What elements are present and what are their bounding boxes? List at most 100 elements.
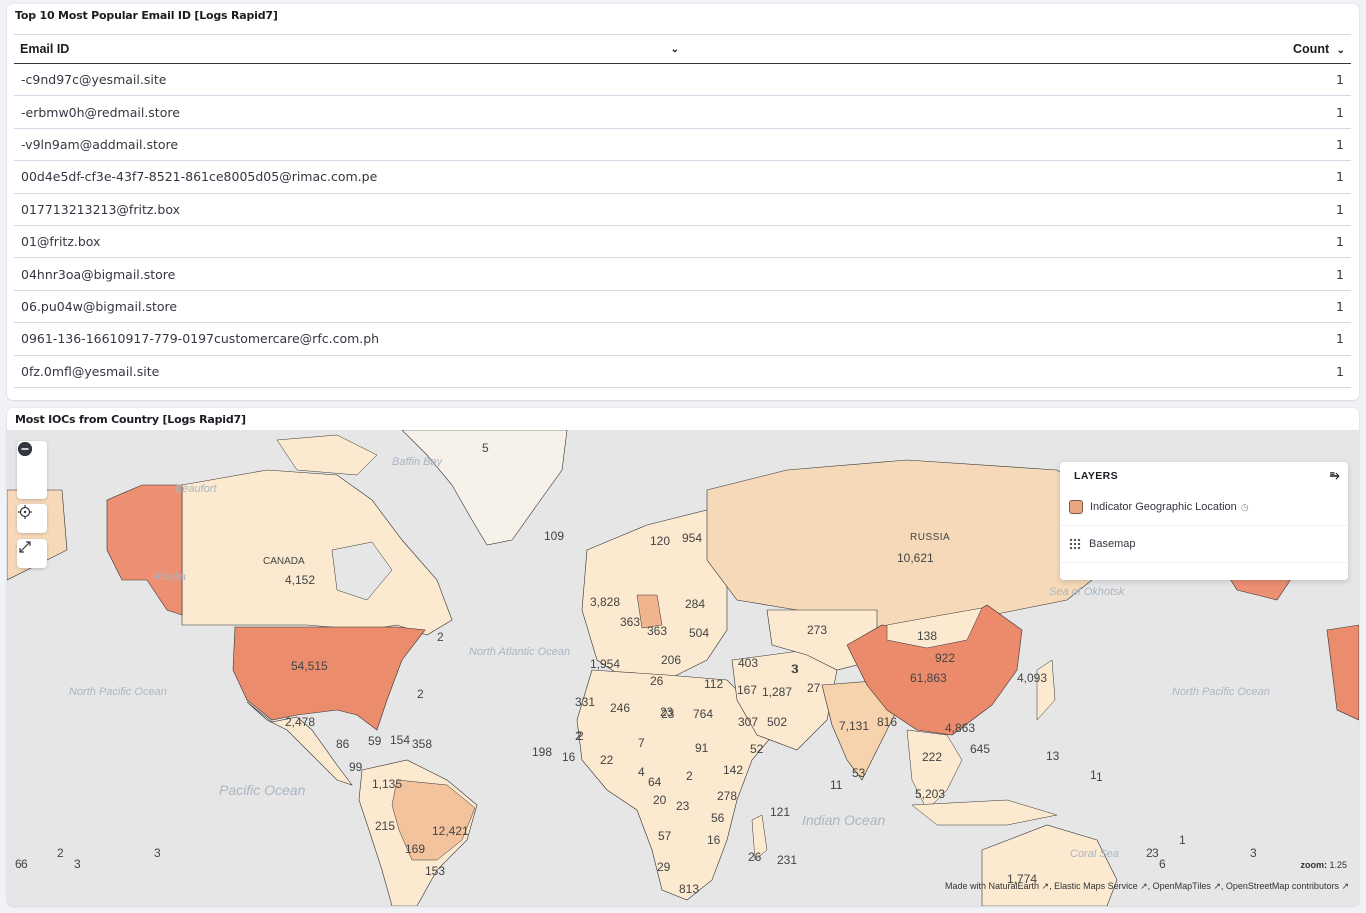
value-label-myanmar: 53 <box>852 766 866 780</box>
table-row: 00d4e5df-cf3e-43f7-8521-861ce8005d05@rim… <box>14 160 1351 194</box>
value-label-ukraine: 504 <box>689 626 709 640</box>
clock-icon: ◷ <box>1240 501 1249 512</box>
value-label-italy: 206 <box>661 653 681 667</box>
value-label-ghana: 22 <box>600 753 614 767</box>
panel-title: Most IOCs from Country [Logs Rapid7] <box>15 413 246 426</box>
value-label-greece: 26 <box>650 674 664 688</box>
value-label-venezuela: 358 <box>412 737 432 751</box>
email-cell[interactable]: 06.pu04w@bigmail.store <box>14 290 1235 324</box>
email-cell[interactable]: 01@fritz.box <box>14 225 1235 259</box>
value-label-tanzania: 56 <box>711 811 725 825</box>
value-label-maldives: 11 <box>830 778 843 792</box>
value-label-ethiopia: 142 <box>723 763 743 777</box>
zoom-out-button[interactable] <box>17 442 47 499</box>
grid-icon <box>1069 538 1081 550</box>
count-cell: 1 <box>1234 355 1351 388</box>
value-label-angola: 23 <box>676 799 690 813</box>
value-label-chad: 7 <box>638 736 645 750</box>
value-label-gabon: 20 <box>653 793 667 807</box>
value-label-panama: 99 <box>349 760 363 774</box>
count-cell: 1 <box>1234 290 1351 324</box>
value-label-mongolia: 138 <box>917 629 937 643</box>
email-cell[interactable]: -c9nd97c@yesmail.site <box>14 63 1235 97</box>
fullscreen-button[interactable] <box>17 539 47 568</box>
column-header-email[interactable]: Email ID ⌄ <box>14 34 1235 64</box>
value-label-senegal: 2 <box>577 729 584 743</box>
value-label-hawaii-w: 6 <box>21 857 28 871</box>
value-label-pakistan: 502 <box>767 715 787 729</box>
value-label-nz-w: 2 <box>57 846 64 860</box>
panel-title: Top 10 Most Popular Email ID [Logs Rapid… <box>15 9 278 22</box>
table-row: -erbmw0h@redmail.store 1 <box>14 95 1351 129</box>
layer-label: Basemap <box>1089 538 1136 550</box>
canada-shape <box>181 469 453 636</box>
value-label-bulgaria: 112 <box>704 677 723 691</box>
value-label-vietnam: 4,863 <box>945 721 975 735</box>
value-label-usa: 54,515 <box>291 659 328 673</box>
label-canada: CANADA <box>263 556 305 567</box>
collapse-panel-icon[interactable]: ⥱ <box>1330 468 1340 483</box>
email-table: Email ID ⌄ Count ⌄ -c9nd97c@yesmail.site… <box>14 34 1351 388</box>
value-label-indonesia: 5,203 <box>915 787 945 801</box>
value-label-sudan: 91 <box>695 741 709 755</box>
label-beaufort: Beaufort <box>175 483 218 495</box>
table-row: 017713213213@fritz.box 1 <box>14 193 1351 226</box>
australia-shape <box>981 824 1118 906</box>
alaska-shape <box>106 484 183 616</box>
value-label-guinea: 16 <box>562 750 576 764</box>
value-label-nz-e: 3 <box>1152 846 1159 860</box>
map-attribution[interactable]: Made with NaturalEarth ↗, Elastic Maps S… <box>945 881 1349 892</box>
set-view-button[interactable] <box>17 504 47 533</box>
value-label-egypt: 764 <box>693 707 713 721</box>
count-cell: 1 <box>1234 128 1351 162</box>
value-label-japan: 4,093 <box>1017 671 1047 685</box>
value-label-poland: 284 <box>685 597 705 611</box>
email-cell[interactable]: 0961-136-16610917-779-0197customercare@r… <box>14 322 1235 356</box>
column-header-count[interactable]: Count ⌄ <box>1234 34 1351 64</box>
email-cell[interactable]: 017713213213@fritz.box <box>14 193 1235 226</box>
label-north-atlantic: North Atlantic Ocean <box>469 646 570 658</box>
value-label-mauritius: 231 <box>777 853 797 867</box>
table-row: 0fz.0mfl@yesmail.site 1 <box>14 355 1351 388</box>
layers-panel: LAYERS ⥱ Indicator Geographic Location ◷… <box>1060 462 1348 580</box>
count-cell: 1 <box>1234 95 1351 129</box>
locate-control <box>17 504 47 533</box>
label-north-pacific-w: North Pacific Ocean <box>69 686 167 698</box>
chevron-down-icon[interactable]: ⌄ <box>1337 45 1345 56</box>
value-label-south-africa: 813 <box>679 882 699 896</box>
email-cell[interactable]: 00d4e5df-cf3e-43f7-8521-861ce8005d05@rim… <box>14 160 1235 194</box>
layer-item-basemap[interactable]: Basemap <box>1060 526 1348 563</box>
value-label-west-africa: 64 <box>648 775 662 789</box>
value-label-germany: 363 <box>620 615 640 629</box>
email-cell[interactable]: 0fz.0mfl@yesmail.site <box>14 355 1235 388</box>
email-cell[interactable]: 04hnr3oa@bigmail.store <box>14 257 1235 291</box>
table-row: -v9ln9am@addmail.store 1 <box>14 128 1351 162</box>
count-cell: 1 <box>1234 225 1351 259</box>
chevron-down-icon[interactable]: ⌄ <box>671 44 679 55</box>
value-label-dominican: 59 <box>368 734 382 748</box>
count-cell: 1 <box>1234 160 1351 194</box>
count-cell: 1 <box>1234 63 1351 97</box>
count-cell: 1 <box>1234 193 1351 226</box>
value-label-peru: 215 <box>375 819 395 833</box>
email-cell[interactable]: -v9ln9am@addmail.store <box>14 128 1235 162</box>
value-label-afghanistan: 27 <box>807 681 821 695</box>
value-label-thailand: 816 <box>877 715 897 729</box>
value-label-zambia: 16 <box>707 833 721 847</box>
world-map[interactable]: RUSSIA CANADA Baffin Bay North Atlantic … <box>7 430 1359 906</box>
value-label-kenya: 278 <box>717 789 737 803</box>
value-label-china: 61,863 <box>910 671 947 685</box>
value-label-kazakhstan: 273 <box>807 623 827 637</box>
fullscreen-control <box>17 539 47 568</box>
zoom-readout: zoom: 1.25 <box>1300 860 1347 870</box>
value-label-russia: 10,621 <box>897 551 934 565</box>
layer-item-indicator[interactable]: Indicator Geographic Location ◷ <box>1060 489 1348 526</box>
email-cell[interactable]: -erbmw0h@redmail.store <box>14 95 1235 129</box>
value-label-madagascar: 26 <box>748 850 762 864</box>
layer-color-swatch <box>1069 500 1083 514</box>
value-label-finland: 954 <box>682 531 702 545</box>
value-label-congo: 2 <box>686 769 693 783</box>
table-row: 04hnr3oa@bigmail.store 1 <box>14 257 1351 291</box>
crosshair-icon <box>18 505 32 519</box>
label-pacific: Pacific Ocean <box>219 782 306 798</box>
